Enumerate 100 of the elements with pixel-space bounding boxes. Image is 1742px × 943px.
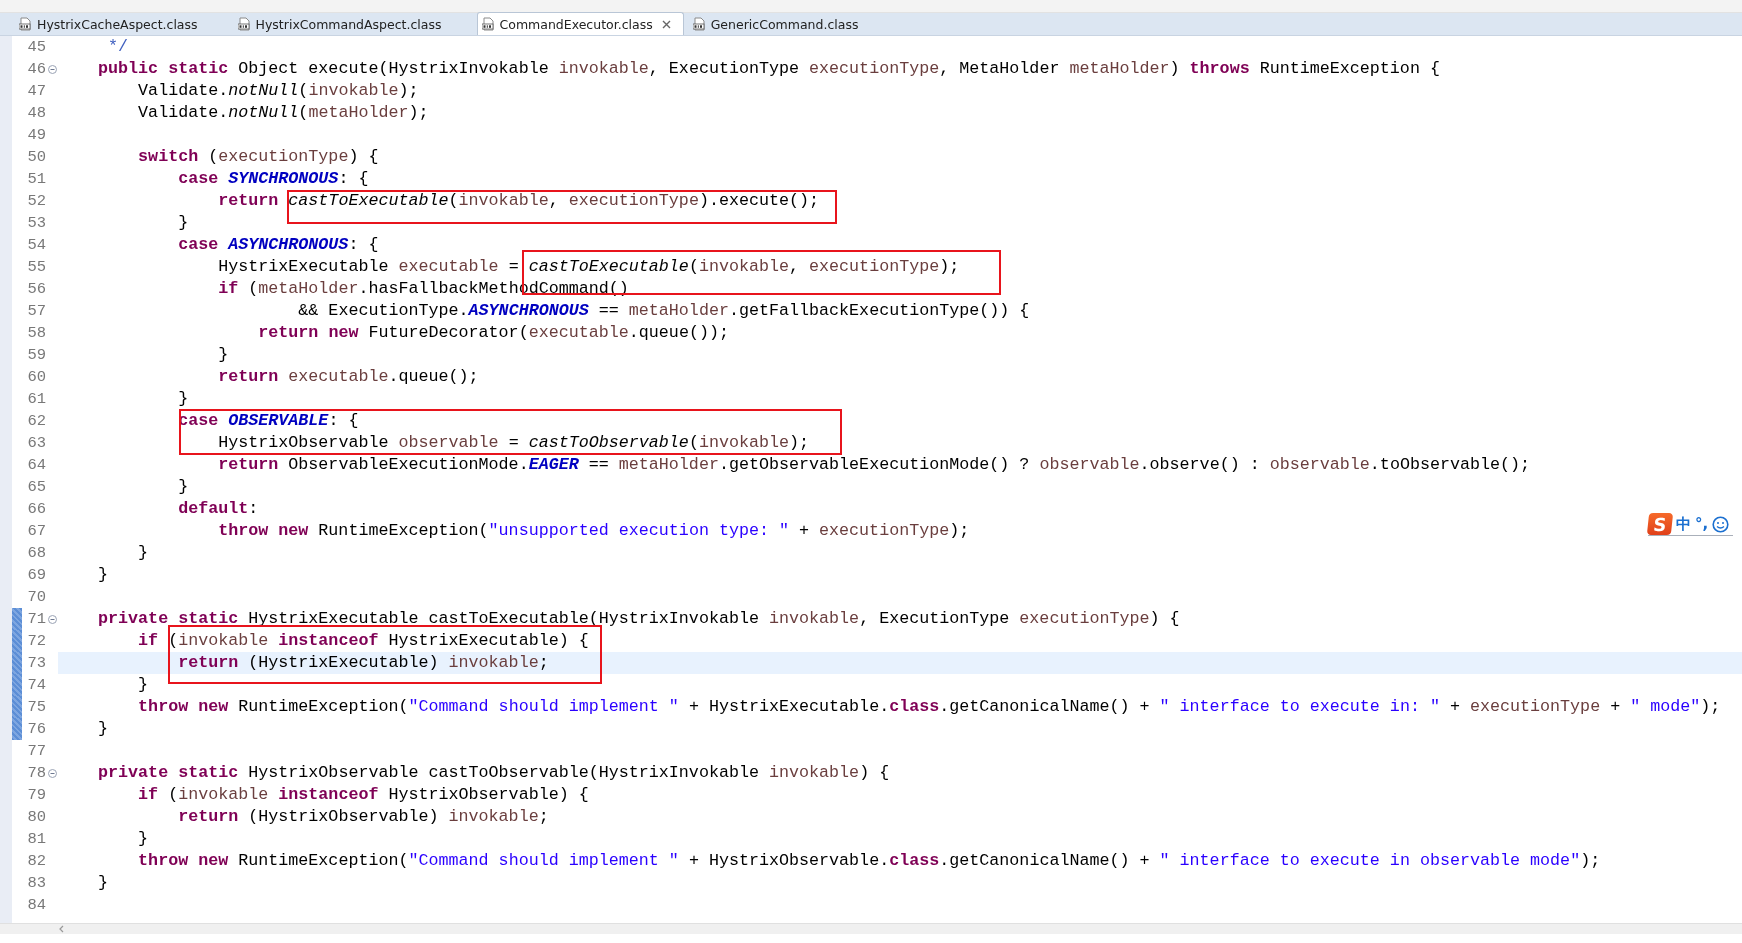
variable-name: invokable [308,80,399,102]
code-text: RuntimeException( [238,850,409,872]
code-text: + HystrixExecutable. [688,696,890,718]
line-number: 76 [26,720,46,738]
constant-name: EAGER [528,454,579,476]
keyword: return [258,322,319,344]
line-number: 49 [26,126,46,144]
code-text: HystrixExecutable) { [388,630,589,652]
code-text: == [588,454,609,476]
line-number: 81 [26,830,46,848]
code-text: , ExecutionType [648,58,800,80]
line-number: 55 [26,258,46,276]
variable-name: metaHolder [258,278,359,300]
collapse-icon[interactable] [47,64,57,74]
variable-name: executionType [809,58,940,80]
line-number: 68 [26,544,46,562]
method-name: notNull [228,102,299,124]
string-literal: " mode" [1630,696,1701,718]
keyword: class [889,696,940,718]
line-number: 74 [26,676,46,694]
keyword: public [98,58,159,80]
code-text: : { [348,234,379,256]
punctuation-toggle[interactable]: °, [1695,515,1709,533]
scroll-left-icon[interactable] [58,925,65,933]
code-text: .getFallbackExecutionType()) { [728,300,1030,322]
editor-tab[interactable]: CommandExecutor.class [476,12,684,35]
code-text: == [598,300,619,322]
code-text: ; [538,806,549,828]
code-text: ( [168,784,179,806]
smiley-icon[interactable] [1712,515,1730,533]
method-name: castToObservable [528,432,689,454]
editor-tab[interactable]: HystrixCacheAspect.class [14,12,211,35]
line-number: 62 [26,412,46,430]
code-text: ; [538,652,549,674]
code-text: } [138,828,149,850]
input-mode-toggle[interactable]: 中 [1676,514,1691,534]
line-number: 77 [26,742,46,760]
code-text: ( [298,80,309,102]
code-text: = [508,256,519,278]
line-number: 83 [26,874,46,892]
code-text: ); [398,80,419,102]
collapse-icon[interactable] [47,614,57,624]
line-number: 64 [26,456,46,474]
line-number: 57 [26,302,46,320]
keyword: return [218,366,279,388]
line-number: 71 [26,610,46,628]
variable-name: executionType [819,520,950,542]
code-text: .getObservableExecutionMode() ? [718,454,1030,476]
keyword: if [138,784,159,806]
variable-name: invokable [178,784,269,806]
variable-name: executable [288,366,389,388]
code-text: + [1610,696,1621,718]
keyword: throw [138,850,189,872]
code-text: } [218,344,229,366]
code-text: HystrixObservable castToObservable(HystrixInvokable [248,762,759,784]
line-number: 54 [26,236,46,254]
code-text: : { [328,410,359,432]
code-text: ); [939,256,960,278]
string-literal: "Command should implement " [408,850,679,872]
variable-name: executionType [1019,608,1150,630]
code-text: ); [789,432,810,454]
line-number: 47 [26,82,46,100]
code-text: ObservableExecutionMode. [288,454,529,476]
code-text: .observe() : [1139,454,1260,476]
line-number: 65 [26,478,46,496]
close-icon[interactable] [661,19,671,29]
code-text: + HystrixObservable. [688,850,890,872]
line-number: 45 [26,38,46,56]
line-number: 69 [26,566,46,584]
ime-logo[interactable]: S [1646,513,1674,535]
code-text: = [508,432,519,454]
code-text: HystrixObservable [218,432,389,454]
collapse-icon[interactable] [47,768,57,778]
variable-name: invokable [698,432,790,454]
code-text: Object execute(HystrixInvokable [238,58,549,80]
keyword: static [178,608,239,630]
line-number: 60 [26,368,46,386]
line-number: 59 [26,346,46,364]
variable-name: invokable [448,806,539,828]
class-file-icon [481,17,495,31]
variable-name: executable [398,256,499,278]
keyword: new [278,520,309,542]
horizontal-scrollbar[interactable] [0,923,1742,934]
editor-tab[interactable]: GenericCommand.class [687,12,872,35]
method-name: castToExecutable [528,256,689,278]
constant-name: SYNCHRONOUS [228,168,339,190]
keyword: return [218,454,279,476]
keyword: case [178,234,219,256]
line-number: 82 [26,852,46,870]
variable-name: invokable [448,652,539,674]
keyword: new [198,696,229,718]
comment: */ [108,36,129,58]
keyword: return [178,806,239,828]
code-text: } [98,872,109,894]
string-literal: " interface to execute in observable mode" [1159,850,1581,872]
code-text: Validate. [138,80,229,102]
editor-tab[interactable]: HystrixCommandAspect.class [232,12,455,35]
keyword: if [218,278,239,300]
code-text: RuntimeException( [238,696,409,718]
line-number: 73 [26,654,46,672]
